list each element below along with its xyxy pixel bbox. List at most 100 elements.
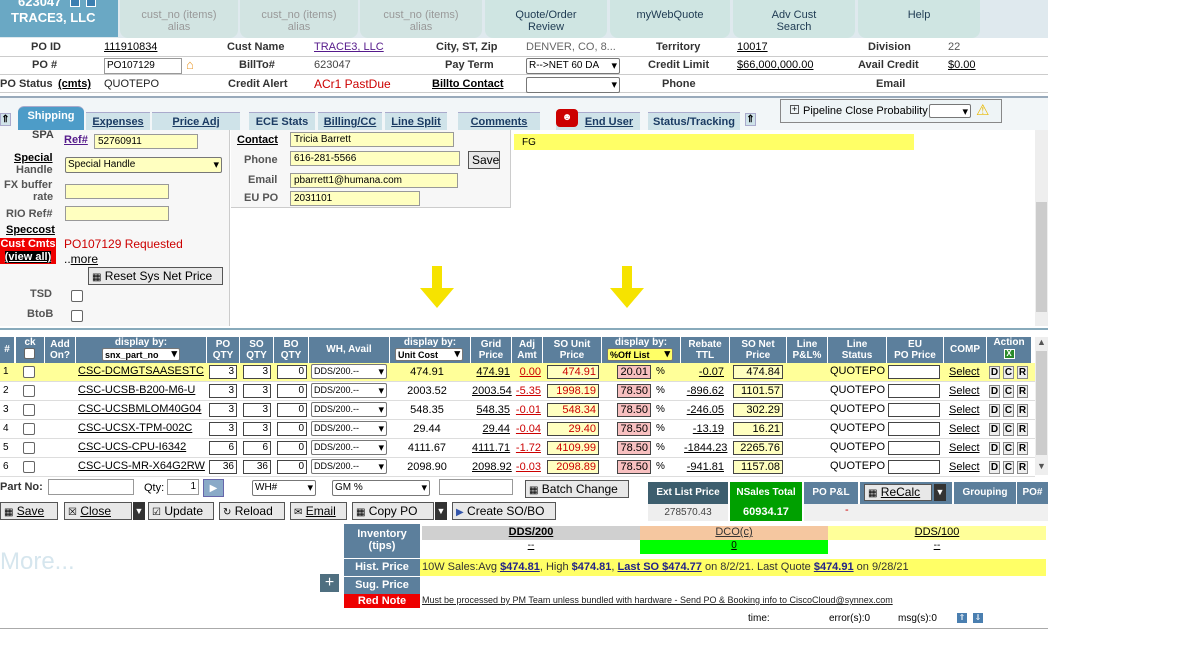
row-action-c-button[interactable]: C bbox=[1003, 404, 1014, 417]
inv-val-dds200[interactable]: -- bbox=[422, 540, 640, 554]
adj-amt-link[interactable]: -0.01 bbox=[513, 404, 541, 420]
po-id-link[interactable]: 111910834 bbox=[104, 41, 157, 53]
pipeline-select[interactable] bbox=[929, 104, 971, 118]
close-button[interactable]: ☒ Close bbox=[64, 502, 132, 520]
row-action-c-button[interactable]: C bbox=[1003, 366, 1014, 379]
pct-off-list-input[interactable]: 78.50 bbox=[617, 384, 651, 398]
row-action-r-button[interactable]: R bbox=[1017, 366, 1028, 379]
tsd-checkbox[interactable] bbox=[71, 290, 83, 302]
grid-price-link[interactable]: 29.44 bbox=[472, 423, 510, 439]
scroll-bottom-icon[interactable]: ⇓ bbox=[973, 613, 983, 623]
reload-button[interactable]: ↻ Reload bbox=[219, 502, 285, 520]
avail-credit-link[interactable]: $0.00 bbox=[948, 59, 976, 71]
tab-end-user[interactable]: ☻ End User bbox=[556, 109, 640, 130]
recalc-dropdown-icon[interactable]: ▼ bbox=[934, 484, 946, 501]
wh-avail-select[interactable]: DDS/200.-- bbox=[311, 383, 387, 398]
contact-email-input[interactable]: pbarrett1@humana.com bbox=[290, 173, 458, 188]
so-unit-price-input[interactable]: 4109.99 bbox=[547, 441, 599, 455]
tab-mywebquote[interactable]: myWebQuote bbox=[610, 0, 730, 38]
part-display-select[interactable]: snx_part_no bbox=[102, 348, 180, 361]
hist-last-so-link[interactable]: Last SO $474.77 bbox=[618, 561, 702, 573]
contact-phone-input[interactable]: 616-281-5566 bbox=[290, 151, 460, 166]
more-link[interactable]: ..more bbox=[64, 252, 98, 266]
part-number-link[interactable]: CSC-UCSX-TPM-002C bbox=[78, 422, 192, 438]
row-checkbox[interactable] bbox=[23, 423, 35, 435]
eu-po-price-input[interactable] bbox=[888, 422, 940, 436]
row-action-d-button[interactable]: D bbox=[989, 385, 1000, 398]
po-qty-input[interactable]: 3 bbox=[209, 403, 237, 417]
tab-status-tracking[interactable]: Status/Tracking bbox=[648, 112, 740, 130]
tab-ece-stats[interactable]: ECE Stats bbox=[249, 112, 315, 130]
scroll-top-icon[interactable]: ⇑ bbox=[957, 613, 967, 623]
comp-select-link[interactable]: Select bbox=[949, 404, 980, 420]
contact-link[interactable]: Contact bbox=[237, 134, 278, 146]
cmts-link[interactable]: (cmts) bbox=[58, 78, 91, 90]
rebate-ttl-link[interactable]: -0.07 bbox=[684, 366, 724, 382]
so-unit-price-input[interactable]: 1998.19 bbox=[547, 384, 599, 398]
gm-select[interactable]: GM % bbox=[332, 480, 430, 496]
speccost-link[interactable]: Speccost bbox=[6, 224, 55, 236]
expand-icon[interactable]: + bbox=[790, 105, 799, 114]
so-unit-price-input[interactable]: 29.40 bbox=[547, 422, 599, 436]
wh-avail-select[interactable]: DDS/200.-- bbox=[311, 402, 387, 417]
tab-help[interactable]: Help bbox=[858, 0, 980, 38]
batch-change-button[interactable]: ▦ Batch Change bbox=[525, 480, 629, 498]
collapse-left-icon[interactable]: ⇑ bbox=[0, 113, 11, 126]
comp-select-link[interactable]: Select bbox=[949, 385, 980, 401]
btob-checkbox[interactable] bbox=[71, 310, 83, 322]
bo-qty-input[interactable]: 0 bbox=[277, 441, 307, 455]
add-part-icon[interactable]: ▶ bbox=[203, 479, 224, 497]
bo-qty-input[interactable]: 0 bbox=[277, 460, 307, 474]
so-qty-input[interactable]: 3 bbox=[243, 403, 271, 417]
inventory-tips-label[interactable]: Inventory (tips) bbox=[344, 524, 420, 558]
part-number-link[interactable]: CSC-UCS-MR-X64G2RW bbox=[78, 460, 205, 476]
bo-qty-input[interactable]: 0 bbox=[277, 384, 307, 398]
po-qty-input[interactable]: 3 bbox=[209, 384, 237, 398]
row-checkbox[interactable] bbox=[23, 404, 35, 416]
ref-link[interactable]: Ref# bbox=[64, 134, 88, 146]
contact-input[interactable]: Tricia Barrett bbox=[290, 132, 454, 147]
customer-box[interactable]: 623047 TRACE3, LLC bbox=[0, 0, 118, 37]
eu-po-price-input[interactable] bbox=[888, 460, 940, 474]
excel-icon[interactable]: X bbox=[1003, 349, 1015, 359]
wh-avail-select[interactable]: DDS/200.-- bbox=[311, 459, 387, 474]
pct-off-list-input[interactable]: 78.50 bbox=[617, 460, 651, 474]
part-no-input[interactable] bbox=[48, 479, 134, 495]
create-so-bo-button[interactable]: ▶ Create SO/BO bbox=[452, 502, 556, 520]
row-action-d-button[interactable]: D bbox=[989, 461, 1000, 474]
pct-off-list-input[interactable]: 78.50 bbox=[617, 422, 651, 436]
qty-input[interactable]: 1 bbox=[167, 479, 199, 495]
billto-contact-link[interactable]: Billto Contact bbox=[432, 78, 504, 90]
reset-sys-net-price-button[interactable]: ▦ Reset Sys Net Price bbox=[88, 267, 223, 285]
mini-icon[interactable] bbox=[86, 0, 96, 7]
tab-price-adj[interactable]: Price Adj bbox=[152, 112, 240, 130]
rebate-ttl-link[interactable]: -13.19 bbox=[684, 423, 724, 439]
update-button[interactable]: ☑ Update bbox=[148, 502, 214, 520]
po-qty-input[interactable]: 3 bbox=[209, 422, 237, 436]
add-icon[interactable]: + bbox=[320, 574, 339, 592]
scroll-down-icon[interactable]: ▼ bbox=[1037, 461, 1046, 471]
grid-price-link[interactable]: 2098.92 bbox=[472, 461, 512, 477]
so-net-price-input[interactable]: 302.29 bbox=[733, 403, 783, 417]
row-checkbox[interactable] bbox=[23, 366, 35, 378]
so-qty-input[interactable]: 3 bbox=[243, 384, 271, 398]
tab-comments[interactable]: Comments bbox=[458, 112, 540, 130]
tab-alias-1[interactable]: cust_no (items) alias bbox=[120, 0, 238, 38]
comp-select-link[interactable]: Select bbox=[949, 461, 980, 477]
so-net-price-input[interactable]: 16.21 bbox=[733, 422, 783, 436]
cust-cmts-box[interactable]: Cust Cmts (view all) bbox=[0, 238, 56, 264]
pct-off-list-input[interactable]: 78.50 bbox=[617, 403, 651, 417]
wh-avail-select[interactable]: DDS/200.-- bbox=[311, 440, 387, 455]
so-net-price-input[interactable]: 1101.57 bbox=[733, 384, 783, 398]
tab-alias-2[interactable]: cust_no (items) alias bbox=[240, 0, 358, 38]
grid-price-link[interactable]: 4111.71 bbox=[472, 442, 510, 458]
ref-input[interactable]: 52760911 bbox=[94, 134, 198, 149]
row-action-d-button[interactable]: D bbox=[989, 404, 1000, 417]
row-action-c-button[interactable]: C bbox=[1003, 442, 1014, 455]
home-icon[interactable]: ⌂ bbox=[186, 57, 194, 72]
save-button[interactable]: ▦ Save bbox=[0, 502, 58, 520]
grid-price-link[interactable]: 474.91 bbox=[472, 366, 510, 382]
pay-term-select[interactable]: R-->NET 60 DA bbox=[526, 58, 620, 74]
so-net-price-input[interactable]: 2265.76 bbox=[733, 441, 783, 455]
scroll-up-icon[interactable]: ▲ bbox=[1037, 337, 1046, 347]
